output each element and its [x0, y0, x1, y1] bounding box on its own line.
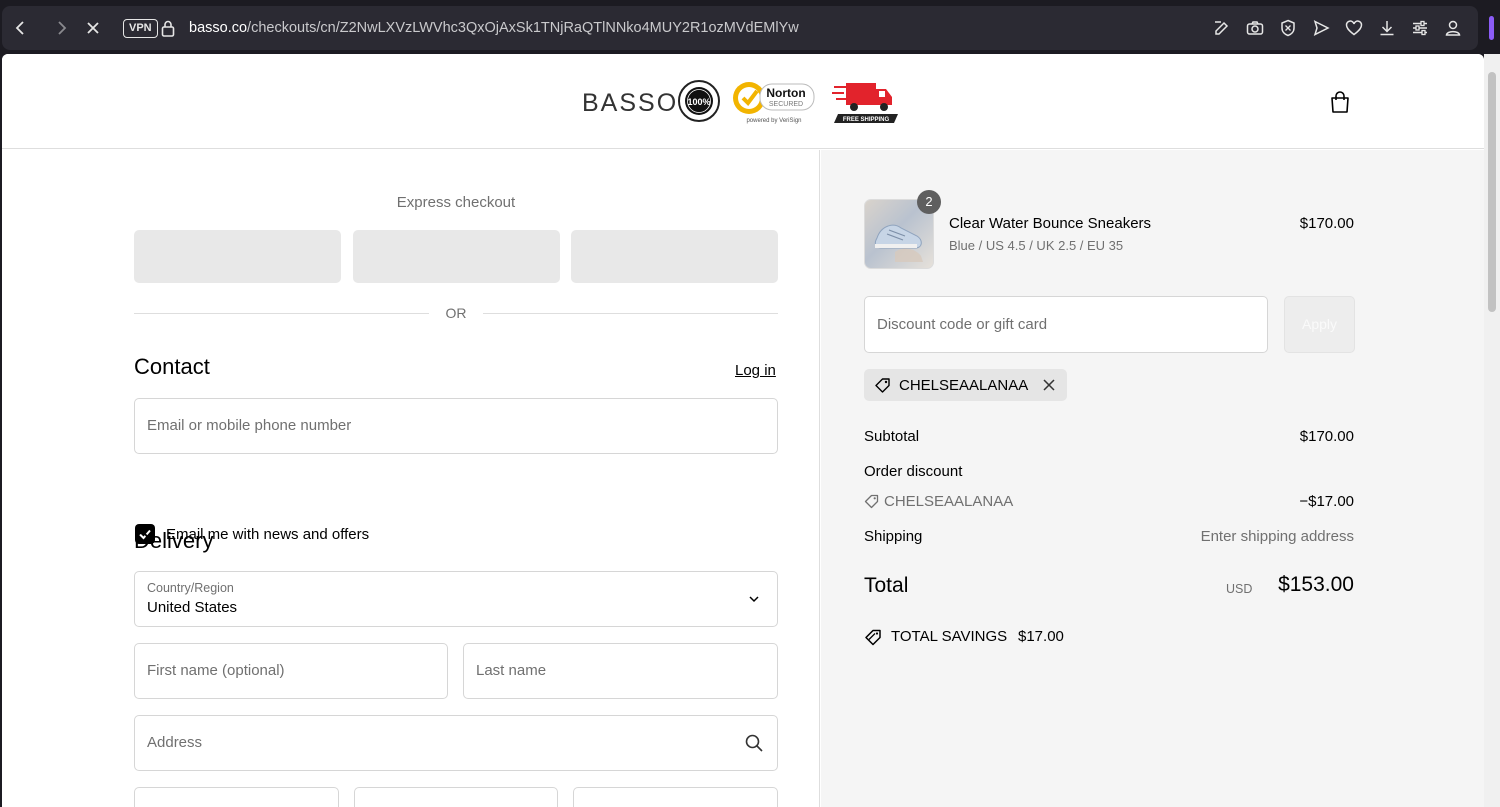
express-pay-button-2[interactable] — [353, 230, 560, 283]
login-link[interactable]: Log in — [735, 362, 776, 379]
brand-logo[interactable]: BASSO — [582, 89, 678, 118]
total-label: Total — [864, 574, 909, 597]
lock-icon[interactable] — [161, 19, 175, 37]
svg-text:Norton: Norton — [766, 86, 805, 100]
satisfaction-guarantee-badge: 100% — [678, 80, 720, 122]
url-host: basso.co — [189, 20, 248, 36]
settings-sliders-icon[interactable] — [1410, 18, 1430, 38]
download-icon[interactable] — [1377, 18, 1397, 38]
page-scrollbar[interactable] — [1484, 54, 1500, 807]
sidebar-accent — [1489, 16, 1494, 40]
order-discount-label: Order discount — [864, 463, 963, 480]
email-placeholder: Email or mobile phone number — [147, 417, 352, 434]
send-icon[interactable] — [1311, 18, 1331, 38]
order-summary: 2 Clear Water Bounce Sneakers Blue / US … — [821, 150, 1484, 807]
express-checkout-title: Express checkout — [396, 194, 516, 211]
applied-discount-chip: CHELSEAALANAA — [864, 369, 1067, 401]
scrollbar-thumb[interactable] — [1488, 72, 1496, 312]
edit-icon[interactable] — [1212, 18, 1232, 38]
applied-code-text: CHELSEAALANAA — [899, 377, 1029, 394]
last-name-placeholder: Last name — [476, 662, 547, 679]
url-text[interactable]: basso.co/checkouts/cn/Z2NwLXVzLWVhc3QxOj… — [189, 19, 799, 37]
product-variant: Blue / US 4.5 / UK 2.5 / EU 35 — [949, 238, 1124, 253]
total-value: $153.00 — [1278, 573, 1354, 596]
shopping-bag-icon[interactable] — [1329, 90, 1351, 114]
country-select[interactable]: Country/Region United States — [134, 571, 778, 627]
svg-text:powered by VeriSign: powered by VeriSign — [746, 118, 801, 124]
search-icon[interactable] — [744, 733, 764, 753]
country-value: United States — [147, 599, 238, 616]
checkout-page: BASSO 100% Norton SECURED powered by Ver… — [2, 54, 1484, 807]
or-divider-text: OR — [445, 305, 467, 321]
email-field[interactable]: Email or mobile phone number — [134, 398, 778, 454]
heart-icon[interactable] — [1344, 18, 1364, 38]
free-shipping-badge: FREE SHIPPING — [832, 83, 898, 123]
svg-text:100%: 100% — [687, 97, 710, 107]
first-name-field[interactable]: First name (optional) — [134, 643, 448, 699]
apartment-field[interactable] — [134, 787, 339, 807]
discount-value: −$17.00 — [1299, 493, 1354, 510]
shield-icon[interactable] — [1278, 18, 1298, 38]
chevron-down-icon — [749, 596, 759, 603]
savings-tag-icon — [865, 629, 881, 646]
product-name: Clear Water Bounce Sneakers — [949, 215, 1152, 232]
express-pay-button-3[interactable] — [571, 230, 778, 283]
checkout-form: Express checkout OR Contact Log in Email… — [2, 150, 820, 807]
close-icon — [87, 22, 99, 34]
apply-discount-button[interactable]: Apply — [1284, 296, 1355, 353]
discount-code-text: CHELSEAALANAA — [884, 493, 1014, 510]
divider-left — [134, 313, 429, 314]
total-savings-label: TOTAL SAVINGS — [891, 628, 1008, 645]
remove-code-icon[interactable] — [1042, 378, 1056, 392]
norton-secured-badge: Norton SECURED powered by VeriSign — [733, 82, 815, 124]
stop-loading-button[interactable] — [83, 18, 103, 38]
back-arrow-icon — [15, 21, 24, 35]
first-name-placeholder: First name (optional) — [147, 662, 285, 679]
vpn-badge[interactable]: VPN — [123, 19, 158, 38]
tag-icon — [875, 378, 890, 393]
address-field[interactable]: Address — [134, 715, 778, 771]
contact-heading: Contact — [134, 354, 210, 379]
divider-right — [483, 313, 778, 314]
subtotal-value: $170.00 — [1299, 428, 1354, 445]
url-path: /checkouts/cn/Z2NwLXVzLWVhc3QxOjAxSk1TNj… — [247, 20, 799, 36]
discount-placeholder: Discount code or gift card — [877, 316, 1048, 333]
discount-code-field[interactable]: Discount code or gift card — [864, 296, 1268, 353]
state-field[interactable] — [573, 787, 778, 807]
browser-toolbar: VPN basso.co/checkouts/cn/Z2NwLXVzLWVhc3… — [0, 0, 1500, 54]
address-placeholder: Address — [147, 734, 203, 751]
forward-button[interactable] — [51, 18, 71, 38]
product-price: $170.00 — [1299, 215, 1354, 232]
last-name-field[interactable]: Last name — [463, 643, 778, 699]
country-label: Country/Region — [147, 581, 234, 595]
city-field[interactable] — [354, 787, 558, 807]
delivery-heading: Delivery — [134, 528, 214, 553]
profile-icon[interactable] — [1443, 18, 1463, 38]
tag-icon — [864, 494, 879, 509]
quantity-badge: 2 — [917, 190, 941, 214]
camera-icon[interactable] — [1245, 18, 1265, 38]
svg-text:FREE SHIPPING: FREE SHIPPING — [843, 117, 890, 123]
back-button[interactable] — [11, 18, 31, 38]
shipping-label: Shipping — [864, 528, 923, 545]
express-pay-button-1[interactable] — [134, 230, 341, 283]
forward-arrow-icon — [58, 21, 67, 35]
site-header: BASSO 100% Norton SECURED powered by Ver… — [2, 54, 1484, 149]
total-currency: USD — [1226, 582, 1253, 596]
svg-text:SECURED: SECURED — [769, 101, 803, 108]
shipping-value: Enter shipping address — [1200, 528, 1354, 545]
total-savings-value: $17.00 — [1018, 628, 1064, 645]
subtotal-label: Subtotal — [864, 428, 920, 445]
